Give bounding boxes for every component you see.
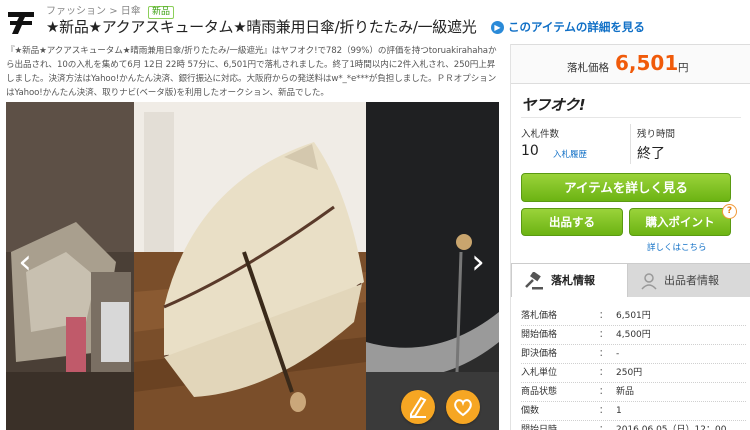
gallery-next-button[interactable]: › xyxy=(463,242,493,282)
info-value: 6,501円 xyxy=(616,311,651,321)
bid-history-link[interactable]: 入札履歴 xyxy=(553,148,587,160)
info-key: 開始日時 xyxy=(521,425,558,430)
info-colon: ： xyxy=(599,387,609,397)
auction-description: 『★新品★アクアスキュータム★晴雨兼用日傘/折りたたみ/一級遮光』はヤフオク!で… xyxy=(6,46,497,98)
user-icon xyxy=(641,273,657,290)
info-key: 開始価格 xyxy=(521,330,558,340)
chevron-right-icon: ▶ xyxy=(491,21,504,34)
product-photo-main xyxy=(134,102,366,430)
info-row: 商品状態 ： 新品 xyxy=(521,383,746,402)
gavel-icon xyxy=(525,272,543,290)
info-colon: ： xyxy=(599,425,609,430)
info-value: 4,500円 xyxy=(616,330,651,340)
favorite-button[interactable] xyxy=(446,390,480,424)
price-value: 6,501 xyxy=(615,51,679,75)
info-row: 開始日時 ： 2016.06.05（日）12：00 xyxy=(521,421,746,430)
auction-info-table: 落札価格： 6,501円 開始価格： 4,500円 即決価格： - 入札単位： 250円 商品状… xyxy=(521,307,746,430)
info-key: 商品状態 xyxy=(521,387,558,397)
info-colon: ： xyxy=(599,368,609,378)
bids-value: 10 xyxy=(521,143,539,159)
info-value: 新品 xyxy=(616,387,635,397)
info-row: 落札価格 ： 6,501円 xyxy=(521,307,746,326)
more-details-link[interactable]: 詳しくはこちら xyxy=(647,241,707,253)
yafuoku-brand: ヤフオク! xyxy=(521,96,586,114)
heart-icon xyxy=(454,399,472,417)
tab-seller-info[interactable]: 出品者情報 xyxy=(628,263,750,297)
pen-icon xyxy=(410,396,427,419)
tab-seller-label: 出品者情報 xyxy=(664,274,719,287)
info-key: 個数 xyxy=(521,406,540,416)
bids-label: 入札件数 xyxy=(521,129,560,140)
info-value: - xyxy=(616,349,620,359)
info-value: 2016.06.05（日）12：00 xyxy=(616,425,727,430)
info-value: 1 xyxy=(616,406,622,416)
info-row: 入札単位 ： 250円 xyxy=(521,364,746,383)
gallery-prev-button[interactable]: ‹ xyxy=(10,242,40,282)
tab-winning-bid-info[interactable]: 落札情報 xyxy=(511,263,628,297)
item-detail-link-label: このアイテムの詳細を見る xyxy=(508,20,645,34)
info-row: 開始価格 ： 4,500円 xyxy=(521,326,746,345)
help-icon[interactable]: ? xyxy=(722,204,737,219)
price-unit: 円 xyxy=(678,62,689,74)
info-tabs: 落札情報 出品者情報 xyxy=(511,263,750,297)
tab-winning-bid-label: 落札情報 xyxy=(551,274,595,287)
info-value: 250円 xyxy=(616,368,643,378)
info-colon: ： xyxy=(599,349,609,359)
item-detail-link[interactable]: ▶ このアイテムの詳細を見る xyxy=(491,19,645,35)
divider xyxy=(521,117,741,118)
info-key: 入札単位 xyxy=(521,368,558,378)
info-colon: ： xyxy=(599,406,609,416)
info-key: 落札価格 xyxy=(521,311,558,321)
yahoo-auction-logo[interactable] xyxy=(6,5,36,37)
sell-button[interactable]: 出品する xyxy=(521,208,623,236)
divider xyxy=(630,124,631,164)
item-details-button[interactable]: アイテムを詳しく見る xyxy=(521,173,731,202)
purchase-points-button[interactable]: 購入ポイント xyxy=(629,208,731,236)
page: ファッション > 日傘 新品 ★新品★アクアスキュータム★晴雨兼用日傘/折りたた… xyxy=(0,0,750,430)
remaining-label: 残り時間 xyxy=(637,129,676,140)
info-colon: ： xyxy=(599,311,609,321)
info-row: 即決価格 ： - xyxy=(521,345,746,364)
info-colon: ： xyxy=(599,330,609,340)
auction-info-panel: 落札価格 6,501 円 ヤフオク! 入札件数 10 入札履歴 残り時間 終了 … xyxy=(510,44,750,430)
page-title: ★新品★アクアスキュータム★晴雨兼用日傘/折りたたみ/一級遮光 xyxy=(46,18,477,36)
watch-list-button[interactable] xyxy=(401,390,435,424)
image-gallery[interactable]: ‹ › xyxy=(6,102,499,430)
price-label: 落札価格 xyxy=(567,62,609,74)
remaining-value: 終了 xyxy=(637,146,665,162)
info-row: 個数 ： 1 xyxy=(521,402,746,421)
info-key: 即決価格 xyxy=(521,349,558,359)
price-box: 落札価格 6,501 円 xyxy=(511,44,750,84)
